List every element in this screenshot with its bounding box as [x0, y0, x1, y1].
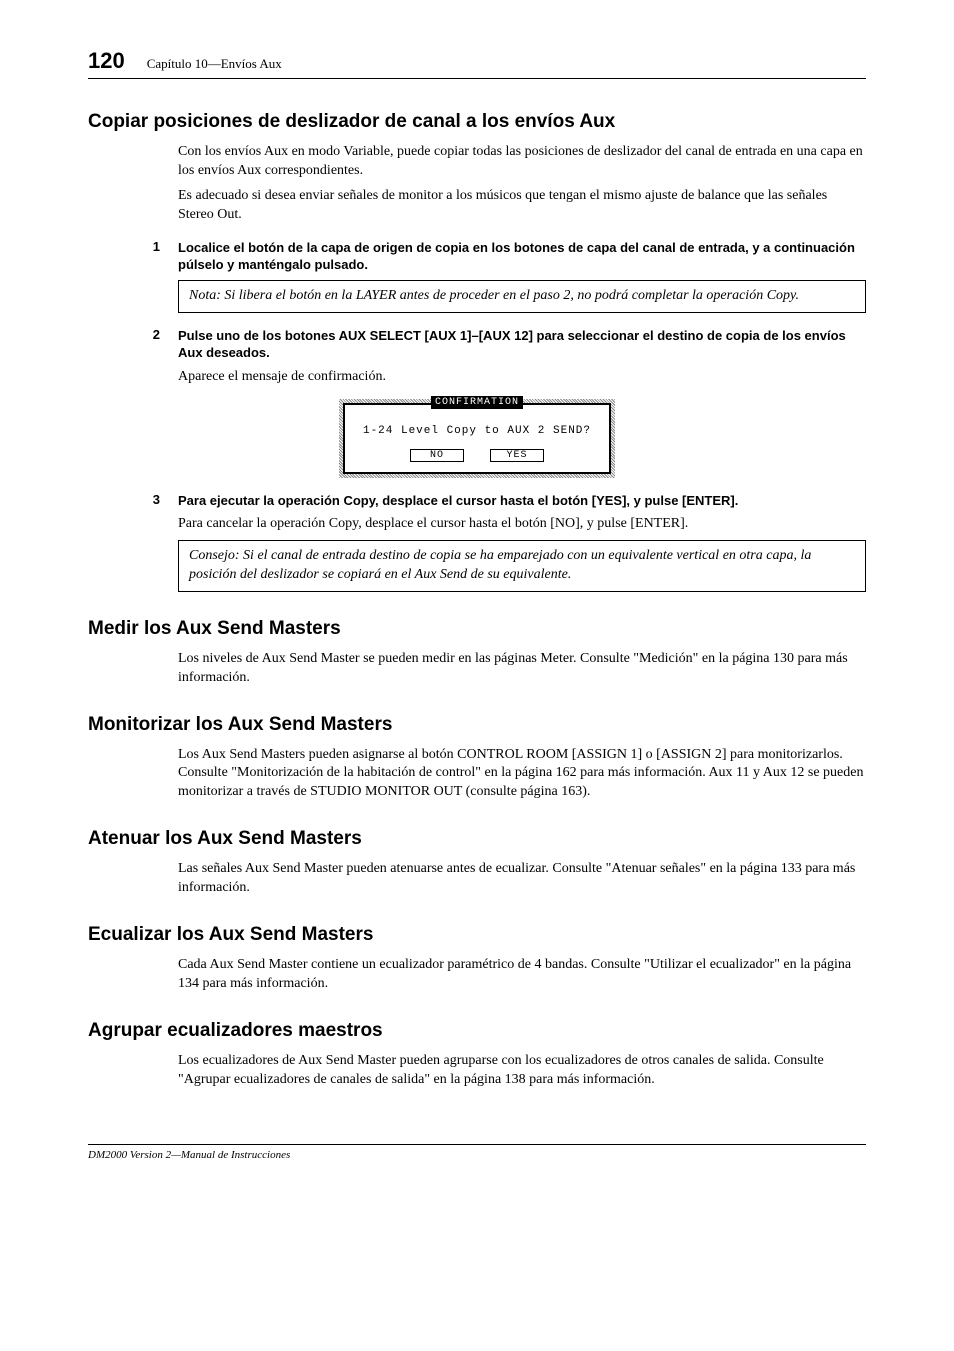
step-text: Pulse uno de los botones AUX SELECT [AUX… — [178, 327, 866, 362]
dialog-no-button: NO — [410, 449, 464, 462]
step-text: Para ejecutar la operación Copy, desplac… — [178, 492, 738, 510]
dialog-title: CONFIRMATION — [431, 396, 523, 409]
body-text: Cada Aux Send Master contiene un ecualiz… — [178, 956, 866, 994]
body-text: Es adecuado si desea enviar señales de m… — [178, 187, 866, 225]
confirmation-dialog: CONFIRMATION 1-24 Level Copy to AUX 2 SE… — [88, 399, 866, 478]
tip-box: Consejo: Si el canal de entrada destino … — [178, 540, 866, 592]
note-box: Nota: Si libera el botón en la LAYER ant… — [178, 280, 866, 313]
section-title-ecualizar: Ecualizar los Aux Send Masters — [88, 924, 866, 946]
body-text: Los niveles de Aux Send Master se pueden… — [178, 650, 866, 688]
section-title-monitorizar: Monitorizar los Aux Send Masters — [88, 714, 866, 736]
dialog-yes-button: YES — [490, 449, 544, 462]
body-text: Los ecualizadores de Aux Send Master pue… — [178, 1052, 866, 1090]
section-title-agrupar: Agrupar ecualizadores maestros — [88, 1020, 866, 1042]
section-title-medir: Medir los Aux Send Masters — [88, 618, 866, 640]
dialog-message: 1-24 Level Copy to AUX 2 SEND? — [353, 425, 601, 437]
step-number: 3 — [148, 492, 160, 510]
body-text: Con los envíos Aux en modo Variable, pue… — [178, 143, 866, 181]
step-number: 2 — [148, 327, 160, 362]
body-text: Aparece el mensaje de confirmación. — [178, 368, 866, 387]
section-title-copiar: Copiar posiciones de deslizador de canal… — [88, 111, 866, 133]
step-number: 1 — [148, 239, 160, 274]
section-title-atenuar: Atenuar los Aux Send Masters — [88, 828, 866, 850]
body-text: Para cancelar la operación Copy, desplac… — [178, 515, 866, 534]
step-text: Localice el botón de la capa de origen d… — [178, 239, 866, 274]
page-number: 120 — [88, 48, 125, 74]
chapter-label: Capítulo 10—Envíos Aux — [147, 56, 282, 72]
body-text: Las señales Aux Send Master pueden atenu… — [178, 860, 866, 898]
footer: DM2000 Version 2—Manual de Instrucciones — [88, 1144, 866, 1161]
page-header: 120 Capítulo 10—Envíos Aux — [88, 48, 866, 79]
body-text: Los Aux Send Masters pueden asignarse al… — [178, 746, 866, 803]
